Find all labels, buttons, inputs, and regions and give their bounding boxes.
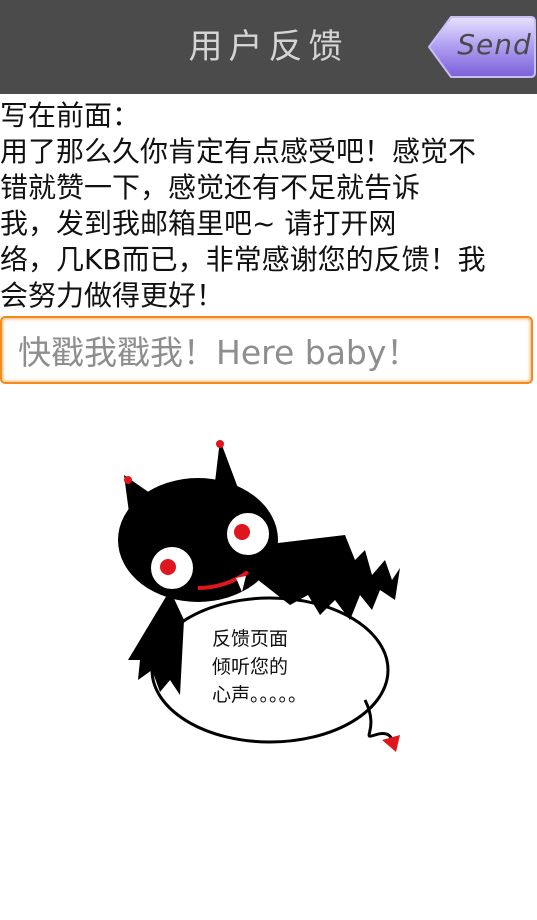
send-button[interactable]: Send xyxy=(427,14,537,80)
mascot-caption-line: 心声。。。。。 xyxy=(212,684,308,706)
mascot-caption: 反馈页面 倾听您的 心声。。。。。 xyxy=(212,625,332,709)
feedback-input-box xyxy=(0,316,533,384)
title-bar: 用户反馈 Send xyxy=(0,0,537,94)
intro-line: 写在前面： xyxy=(0,99,141,132)
mascot-caption-line: 倾听您的 xyxy=(212,656,289,678)
intro-line: 我，发到我邮箱里吧~ 请打开网 xyxy=(0,207,397,240)
intro-line: 会努力做得更好！ xyxy=(0,279,225,312)
mascot-caption-line: 反馈页面 xyxy=(212,628,289,650)
feedback-input[interactable] xyxy=(16,326,525,378)
bat-mascot-image xyxy=(118,440,400,752)
intro-line: 络，几KB而已，非常感谢您的反馈！我 xyxy=(0,243,486,276)
send-label: Send xyxy=(457,28,532,61)
intro-text: 写在前面： 用了那么久你肯定有点感受吧！感觉不 错就赞一下，感觉还有不足就告诉 … xyxy=(0,98,530,314)
intro-line: 用了那么久你肯定有点感受吧！感觉不 xyxy=(0,135,477,168)
intro-line: 错就赞一下，感觉还有不足就告诉 xyxy=(0,171,421,204)
